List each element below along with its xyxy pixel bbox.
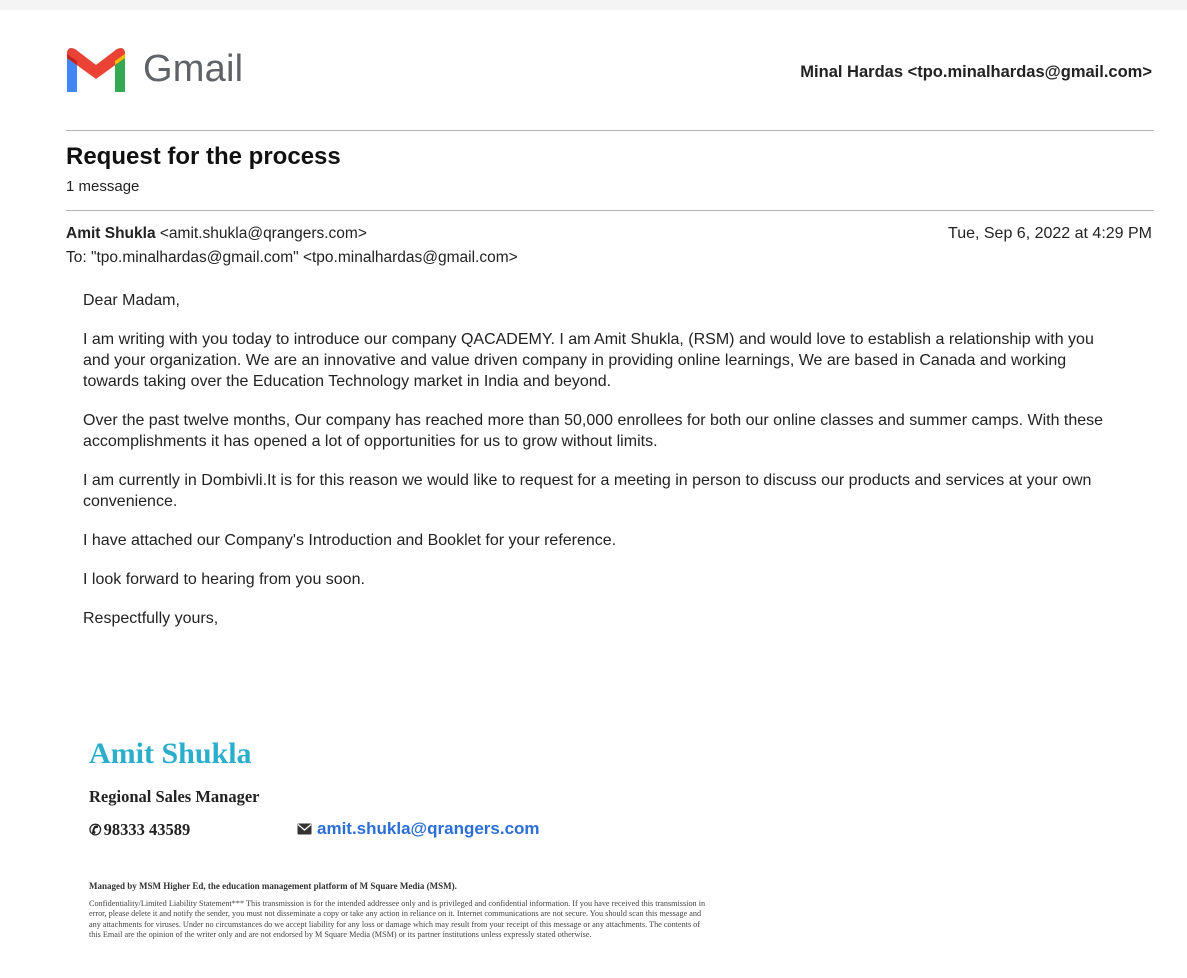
sender-email: <amit.shukla@qrangers.com> [155, 225, 367, 242]
body-paragraph: I am writing with you today to introduce… [83, 331, 1094, 390]
message-body: Dear Madam, I am writing with you today … [83, 290, 1123, 647]
header-divider [66, 130, 1154, 131]
signature-title: Regional Sales Manager [89, 787, 260, 806]
phone-icon: ✆ [89, 822, 102, 839]
subject-divider [66, 210, 1154, 211]
body-paragraph: Respectfully yours, [83, 610, 219, 627]
thread-subject: Request for the process [66, 143, 341, 170]
gmail-wordmark: Gmail [143, 47, 244, 90]
managed-by-note: Managed by MSM Higher Ed, the education … [89, 881, 457, 891]
signature-email: amit.shukla@qrangers.com [297, 819, 540, 839]
recipient-line: To: "tpo.minalhardas@gmail.com" <tpo.min… [66, 249, 518, 266]
signature-phone: ✆ 98333 43589 [89, 820, 190, 840]
account-label: Minal Hardas <tpo.minalhardas@gmail.com> [800, 63, 1152, 81]
body-paragraph: Dear Madam, [83, 292, 180, 309]
message-count: 1 message [66, 178, 140, 195]
body-paragraph: I have attached our Company's Introducti… [83, 532, 617, 549]
body-paragraph: I look forward to hearing from you soon. [83, 571, 365, 588]
top-strip [0, 0, 1187, 10]
gmail-m-icon [67, 48, 125, 92]
body-paragraph: Over the past twelve months, Our company… [83, 412, 1104, 450]
phone-number: 98333 43589 [103, 820, 191, 839]
confidentiality-disclaimer: Confidentiality/Limited Liability Statem… [89, 899, 706, 940]
email-link[interactable]: amit.shukla@qrangers.com [317, 819, 540, 839]
body-paragraph: I am currently in Dombivli.It is for thi… [83, 472, 1092, 510]
envelope-icon [297, 823, 312, 835]
sender-line: Amit Shukla <amit.shukla@qrangers.com> [66, 225, 367, 243]
signature-name: Amit Shukla [89, 737, 252, 770]
gmail-logo[interactable]: Gmail [63, 44, 243, 94]
message-date: Tue, Sep 6, 2022 at 4:29 PM [948, 225, 1152, 242]
sender-name: Amit Shukla [66, 225, 156, 242]
